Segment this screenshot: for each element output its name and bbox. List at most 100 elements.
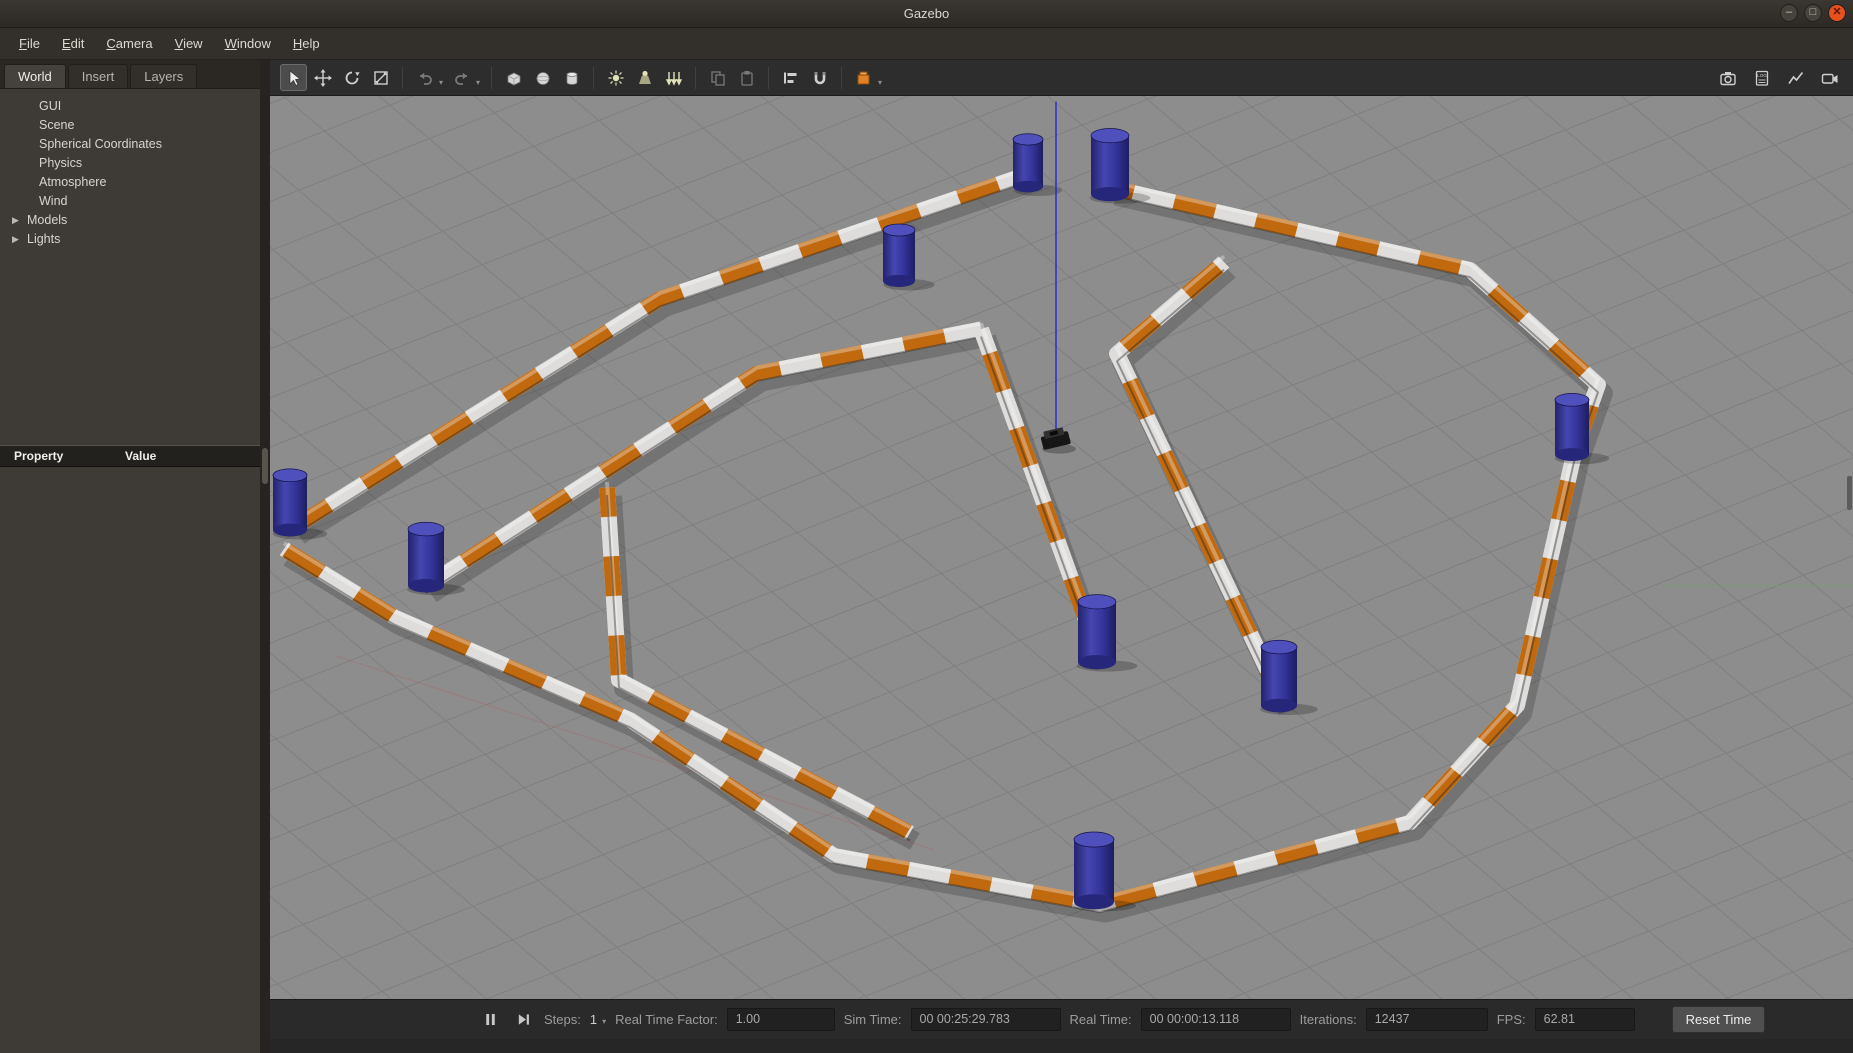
panel-splitter[interactable] [260, 60, 270, 1053]
align-tool-button[interactable] [777, 64, 804, 91]
spot-light-button[interactable] [631, 64, 658, 91]
tree-item-lights[interactable]: ▶Lights [0, 230, 260, 249]
screenshot-button[interactable] [1714, 64, 1741, 91]
real-time-factor-field[interactable]: 1.00 [727, 1008, 835, 1031]
menu-file[interactable]: File [8, 31, 51, 56]
close-button[interactable]: ✕ [1828, 4, 1846, 22]
tab-insert[interactable]: Insert [68, 64, 129, 88]
menu-edit[interactable]: Edit [51, 31, 95, 56]
tree-item-atmosphere[interactable]: Atmosphere [0, 173, 260, 192]
tab-world[interactable]: World [4, 64, 66, 88]
video-camera-icon [1820, 68, 1840, 88]
tab-layers[interactable]: Layers [130, 64, 197, 88]
property-table-body [0, 467, 260, 1053]
titlebar: Gazebo – □ ✕ [0, 0, 1853, 28]
camera-icon [1718, 68, 1738, 88]
tree-item-physics[interactable]: Physics [0, 154, 260, 173]
copy-icon [708, 68, 728, 88]
insert-sphere-button[interactable] [529, 64, 556, 91]
paste-icon [737, 68, 757, 88]
toolbar-separator [402, 67, 403, 89]
undo-icon [415, 68, 435, 88]
directional-light-icon [664, 68, 684, 88]
pause-icon [482, 1011, 499, 1028]
point-light-button[interactable] [602, 64, 629, 91]
plot-button[interactable] [1782, 64, 1809, 91]
menu-help[interactable]: Help [282, 31, 331, 56]
tree-item-wind[interactable]: Wind [0, 192, 260, 211]
real-time-factor-label: Real Time Factor: [615, 1012, 718, 1027]
undo-dropdown-caret[interactable]: ▾ [439, 78, 443, 87]
toolbar-separator [768, 67, 769, 89]
sim-time-label: Sim Time: [844, 1012, 902, 1027]
viewport-column: ▾ ▾ [270, 60, 1853, 1053]
maximize-button[interactable]: □ [1804, 4, 1822, 22]
sphere-icon [533, 68, 553, 88]
step-button[interactable] [511, 1008, 535, 1032]
menu-view[interactable]: View [164, 31, 214, 56]
tree-item-scene[interactable]: Scene [0, 116, 260, 135]
redo-dropdown-caret[interactable]: ▾ [476, 78, 480, 87]
scale-tool-button[interactable] [367, 64, 394, 91]
redo-button[interactable] [448, 64, 475, 91]
menu-window[interactable]: Window [214, 31, 282, 56]
real-time-field[interactable]: 00 00:00:13.118 [1141, 1008, 1291, 1031]
minimize-button[interactable]: – [1780, 4, 1798, 22]
translate-tool-button[interactable] [309, 64, 336, 91]
model-editor-dropdown-caret[interactable]: ▾ [878, 78, 882, 87]
undo-button[interactable] [411, 64, 438, 91]
3d-viewport[interactable] [270, 96, 1853, 999]
toolbar-separator [695, 67, 696, 89]
menu-camera[interactable]: Camera [95, 31, 163, 56]
property-table-header: Property Value [0, 445, 260, 467]
align-icon [781, 68, 801, 88]
sim-time-field[interactable]: 00 00:25:29.783 [911, 1008, 1061, 1031]
insert-cylinder-button[interactable] [558, 64, 585, 91]
spot-light-icon [635, 68, 655, 88]
point-light-icon [606, 68, 626, 88]
model-editor-button[interactable] [850, 64, 877, 91]
gazebo-toolbar: ▾ ▾ [270, 60, 1853, 96]
property-column-header: Property [0, 449, 125, 463]
expand-arrow-icon[interactable]: ▶ [12, 213, 27, 228]
panel-spacer [0, 257, 260, 445]
viewport-scroll-handle[interactable] [1847, 476, 1852, 510]
translate-icon [313, 68, 333, 88]
world-tree: GUI Scene Spherical Coordinates Physics … [0, 89, 260, 257]
iterations-field[interactable]: 12437 [1366, 1008, 1488, 1031]
select-tool-button[interactable] [280, 64, 307, 91]
reset-time-button[interactable]: Reset Time [1672, 1006, 1766, 1033]
pause-button[interactable] [478, 1008, 502, 1032]
toolbar-right-group: LOG [1714, 64, 1843, 91]
rotate-icon [342, 68, 362, 88]
cylinder-icon [562, 68, 582, 88]
step-icon [515, 1011, 532, 1028]
log-recording-button[interactable]: LOG [1748, 64, 1775, 91]
fps-field[interactable]: 62.81 [1535, 1008, 1635, 1031]
snap-tool-button[interactable] [806, 64, 833, 91]
bottom-strip [270, 1039, 1853, 1053]
window-title: Gazebo [0, 6, 1853, 21]
directional-light-button[interactable] [660, 64, 687, 91]
menubar: File Edit Camera View Window Help [0, 28, 1853, 60]
insert-box-button[interactable] [500, 64, 527, 91]
paste-button[interactable] [733, 64, 760, 91]
video-record-button[interactable] [1816, 64, 1843, 91]
steps-dropdown-caret[interactable]: ▾ [602, 1017, 606, 1026]
plot-icon [1786, 68, 1806, 88]
redo-icon [452, 68, 472, 88]
window-controls: – □ ✕ [1780, 4, 1846, 22]
copy-button[interactable] [704, 64, 731, 91]
tree-item-spherical[interactable]: Spherical Coordinates [0, 135, 260, 154]
tree-item-gui[interactable]: GUI [0, 97, 260, 116]
steps-value[interactable]: 1 [590, 1012, 597, 1027]
snap-magnet-icon [810, 68, 830, 88]
expand-arrow-icon[interactable]: ▶ [12, 232, 27, 247]
splitter-handle[interactable] [262, 448, 268, 484]
toolbar-separator [841, 67, 842, 89]
panel-tabs: World Insert Layers [0, 60, 260, 89]
tree-item-models[interactable]: ▶Models [0, 211, 260, 230]
viewport-canvas[interactable] [270, 96, 1853, 999]
model-editor-icon [854, 68, 874, 88]
rotate-tool-button[interactable] [338, 64, 365, 91]
